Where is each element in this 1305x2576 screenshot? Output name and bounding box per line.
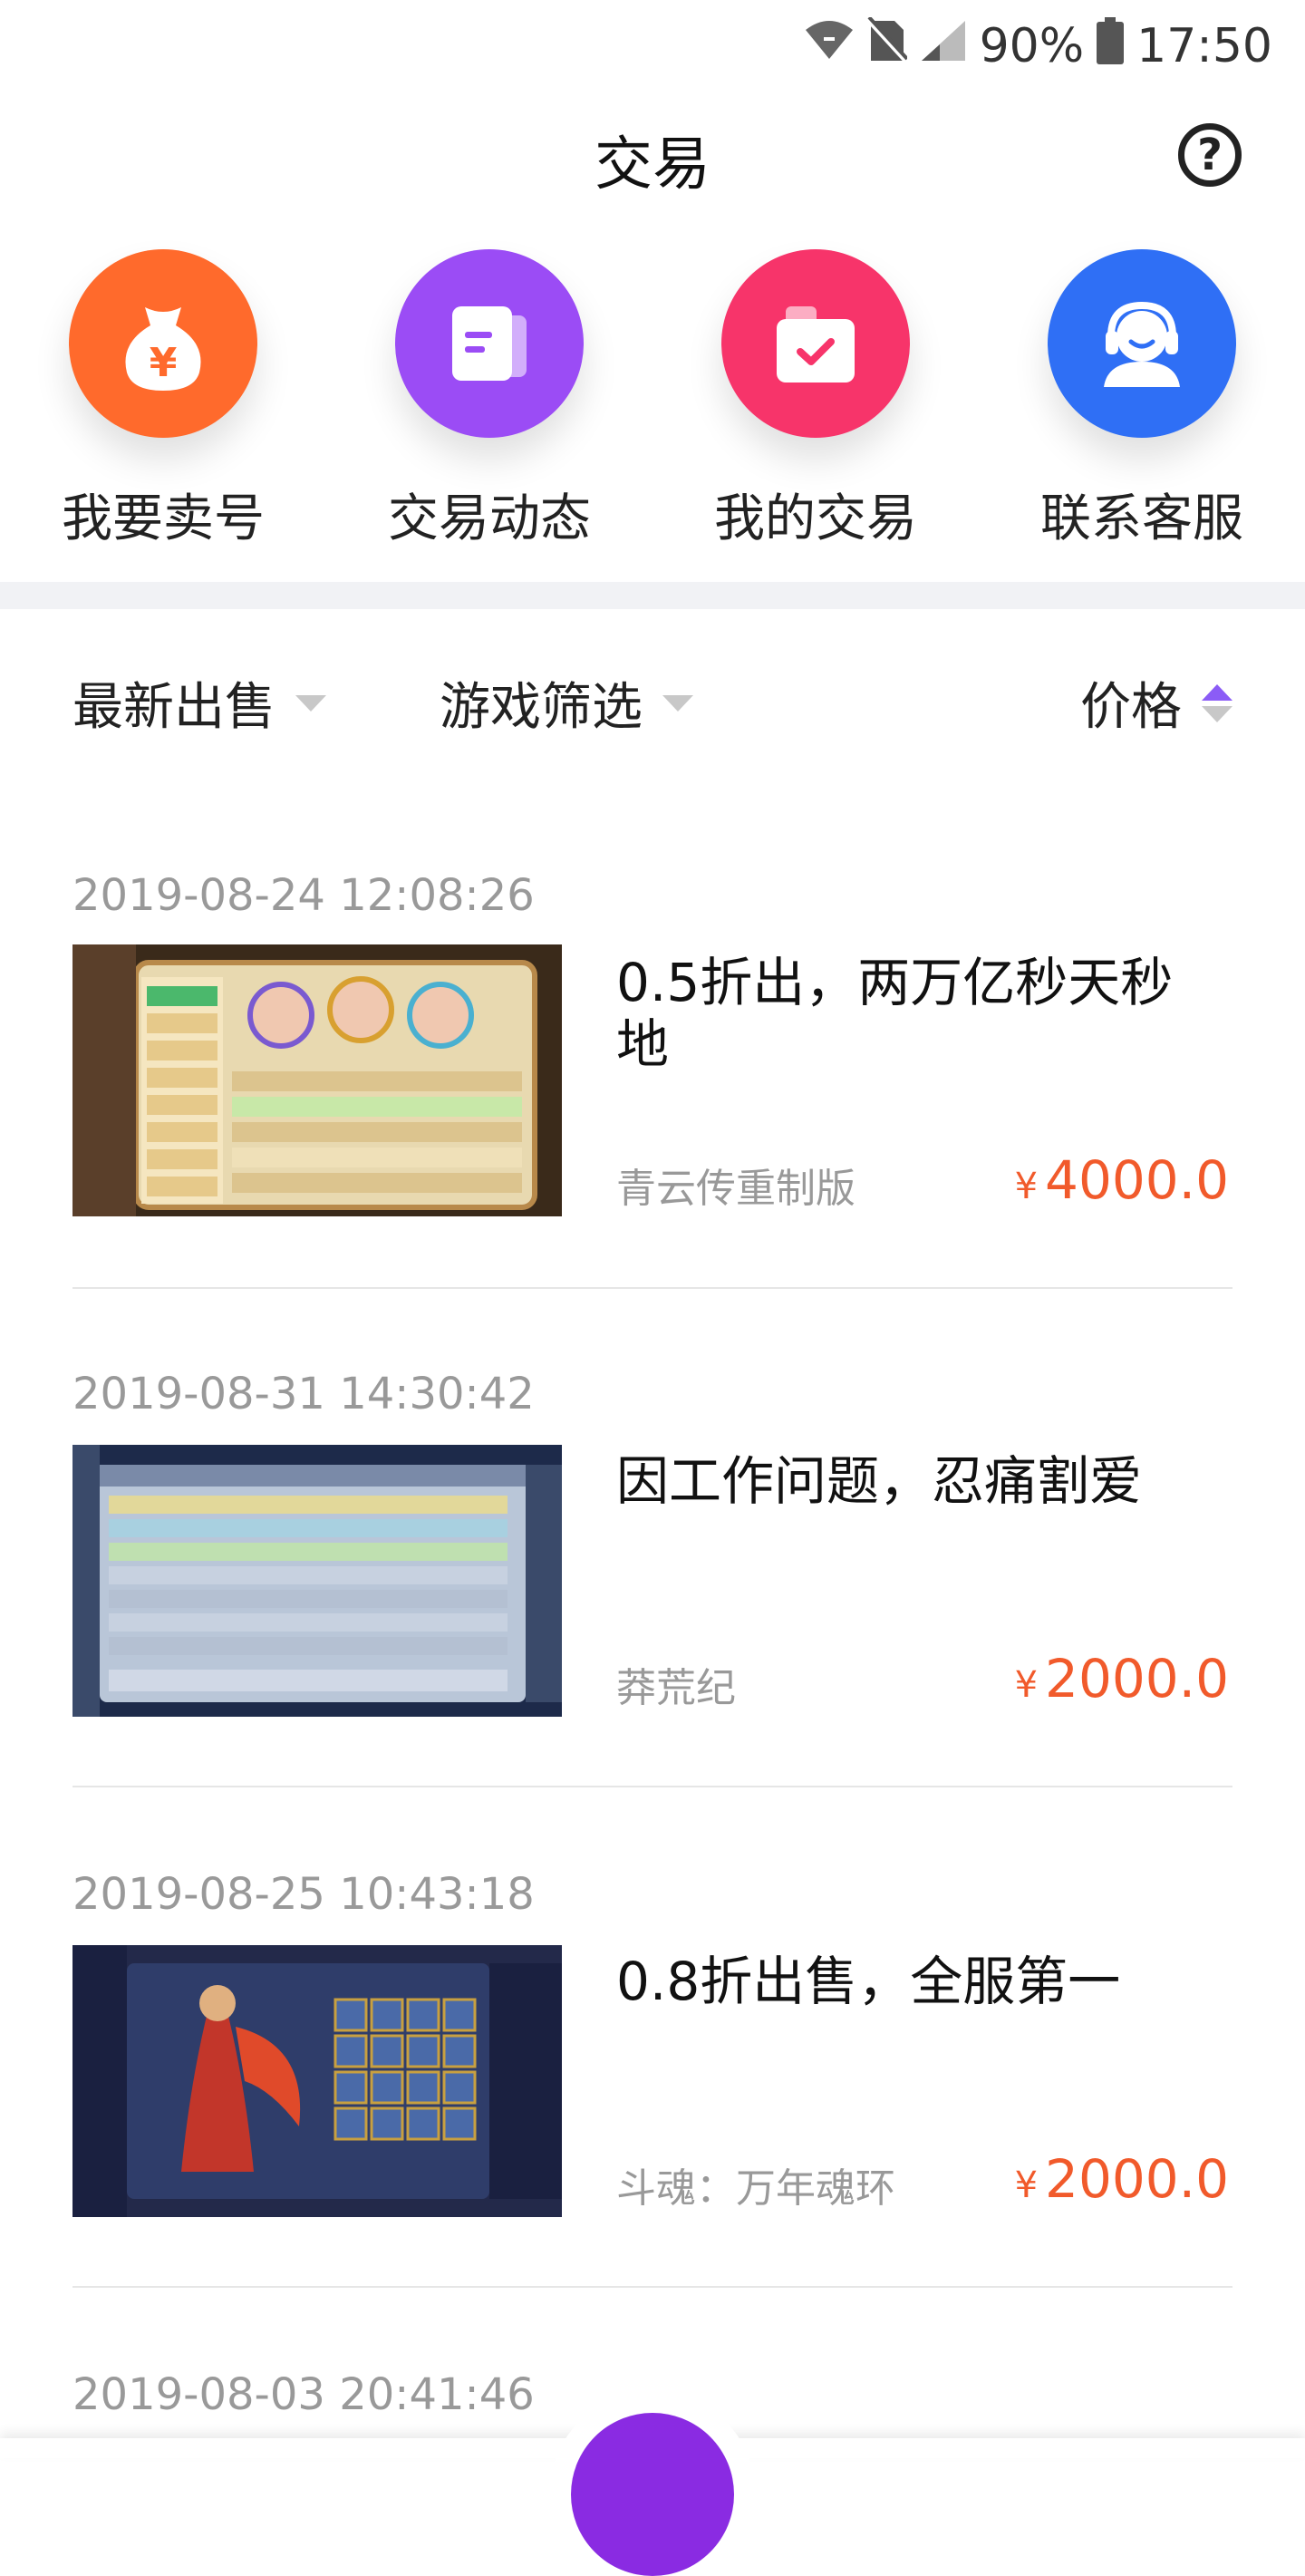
contact-support-button[interactable]: 联系客服: [1024, 249, 1260, 551]
signal-icon: [920, 19, 967, 74]
listing-date: 2019-08-31 14:30:42: [72, 1369, 535, 1419]
document-icon: [395, 249, 584, 438]
list-divider: [72, 2286, 1232, 2288]
listing-price: ¥4000.0: [1015, 1149, 1229, 1211]
trade-news-button[interactable]: 交易动态: [372, 249, 607, 551]
status-bar: 90% 17:50: [0, 0, 1305, 91]
listing-title[interactable]: 0.5折出，两万亿秒天秒地: [616, 952, 1214, 1075]
listing-thumbnail[interactable]: [72, 1445, 562, 1717]
filter-label: 最新出售: [72, 678, 276, 737]
listing-date: 2019-08-03 20:41:46: [72, 2369, 535, 2420]
battery-icon: [1097, 16, 1125, 76]
help-icon[interactable]: ?: [1178, 123, 1242, 187]
wifi-icon: [804, 19, 855, 74]
no-sim-icon: [865, 15, 909, 76]
listing-price: ¥2000.0: [1015, 1648, 1229, 1709]
filter-label: 价格: [1080, 678, 1182, 737]
listing-game: 斗魂：万年魂环: [616, 2165, 895, 2212]
currency-symbol: ¥: [1014, 1166, 1039, 1207]
listing-date: 2019-08-24 12:08:26: [72, 870, 535, 921]
sort-icon: [1202, 683, 1232, 722]
price-sort[interactable]: 价格: [1080, 666, 1232, 740]
price-value: 2000.0: [1045, 2148, 1229, 2210]
status-icons: 90% 17:50: [804, 15, 1272, 78]
listing-game: 青云传重制版: [616, 1166, 856, 1212]
price-value: 4000.0: [1045, 1149, 1229, 1211]
page-title: 交易: [594, 131, 710, 199]
price-value: 2000.0: [1045, 1648, 1229, 1709]
shortcut-label: 我要卖号: [62, 489, 265, 548]
list-divider: [72, 1786, 1232, 1787]
listing-price: ¥2000.0: [1015, 2148, 1229, 2210]
currency-symbol: ¥: [1014, 1664, 1039, 1706]
filter-label: 游戏筛选: [440, 678, 643, 737]
svg-text:¥: ¥: [150, 340, 178, 386]
shortcut-label: 交易动态: [388, 489, 591, 548]
my-trades-button[interactable]: 我的交易: [698, 249, 933, 551]
latest-sale-filter[interactable]: 最新出售: [72, 666, 326, 740]
listing-game: 莽荒纪: [616, 1665, 736, 1711]
listing-title[interactable]: 0.8折出售，全服第一: [616, 1951, 1214, 2012]
money-bag-icon: ¥: [69, 249, 257, 438]
battery-percent: 90%: [979, 19, 1085, 73]
listing-date: 2019-08-25 10:43:18: [72, 1869, 535, 1920]
listing-thumbnail[interactable]: [72, 1945, 562, 2217]
shortcut-label: 我的交易: [714, 489, 917, 548]
listing-title[interactable]: 因工作问题，忍痛割爱: [616, 1450, 1214, 1512]
game-filter[interactable]: 游戏筛选: [440, 666, 693, 740]
list-divider: [72, 1287, 1232, 1289]
currency-symbol: ¥: [1014, 2164, 1039, 2206]
listing-thumbnail[interactable]: [72, 944, 562, 1216]
section-divider: [0, 582, 1305, 609]
center-action-button[interactable]: [571, 2413, 734, 2576]
chevron-down-icon: [295, 694, 326, 712]
chevron-down-icon: [662, 694, 693, 712]
customer-service-icon: [1048, 249, 1236, 438]
clock: 17:50: [1136, 19, 1272, 73]
briefcase-check-icon: [721, 249, 910, 438]
sell-account-button[interactable]: ¥ 我要卖号: [45, 249, 281, 551]
shortcut-label: 联系客服: [1040, 489, 1243, 548]
